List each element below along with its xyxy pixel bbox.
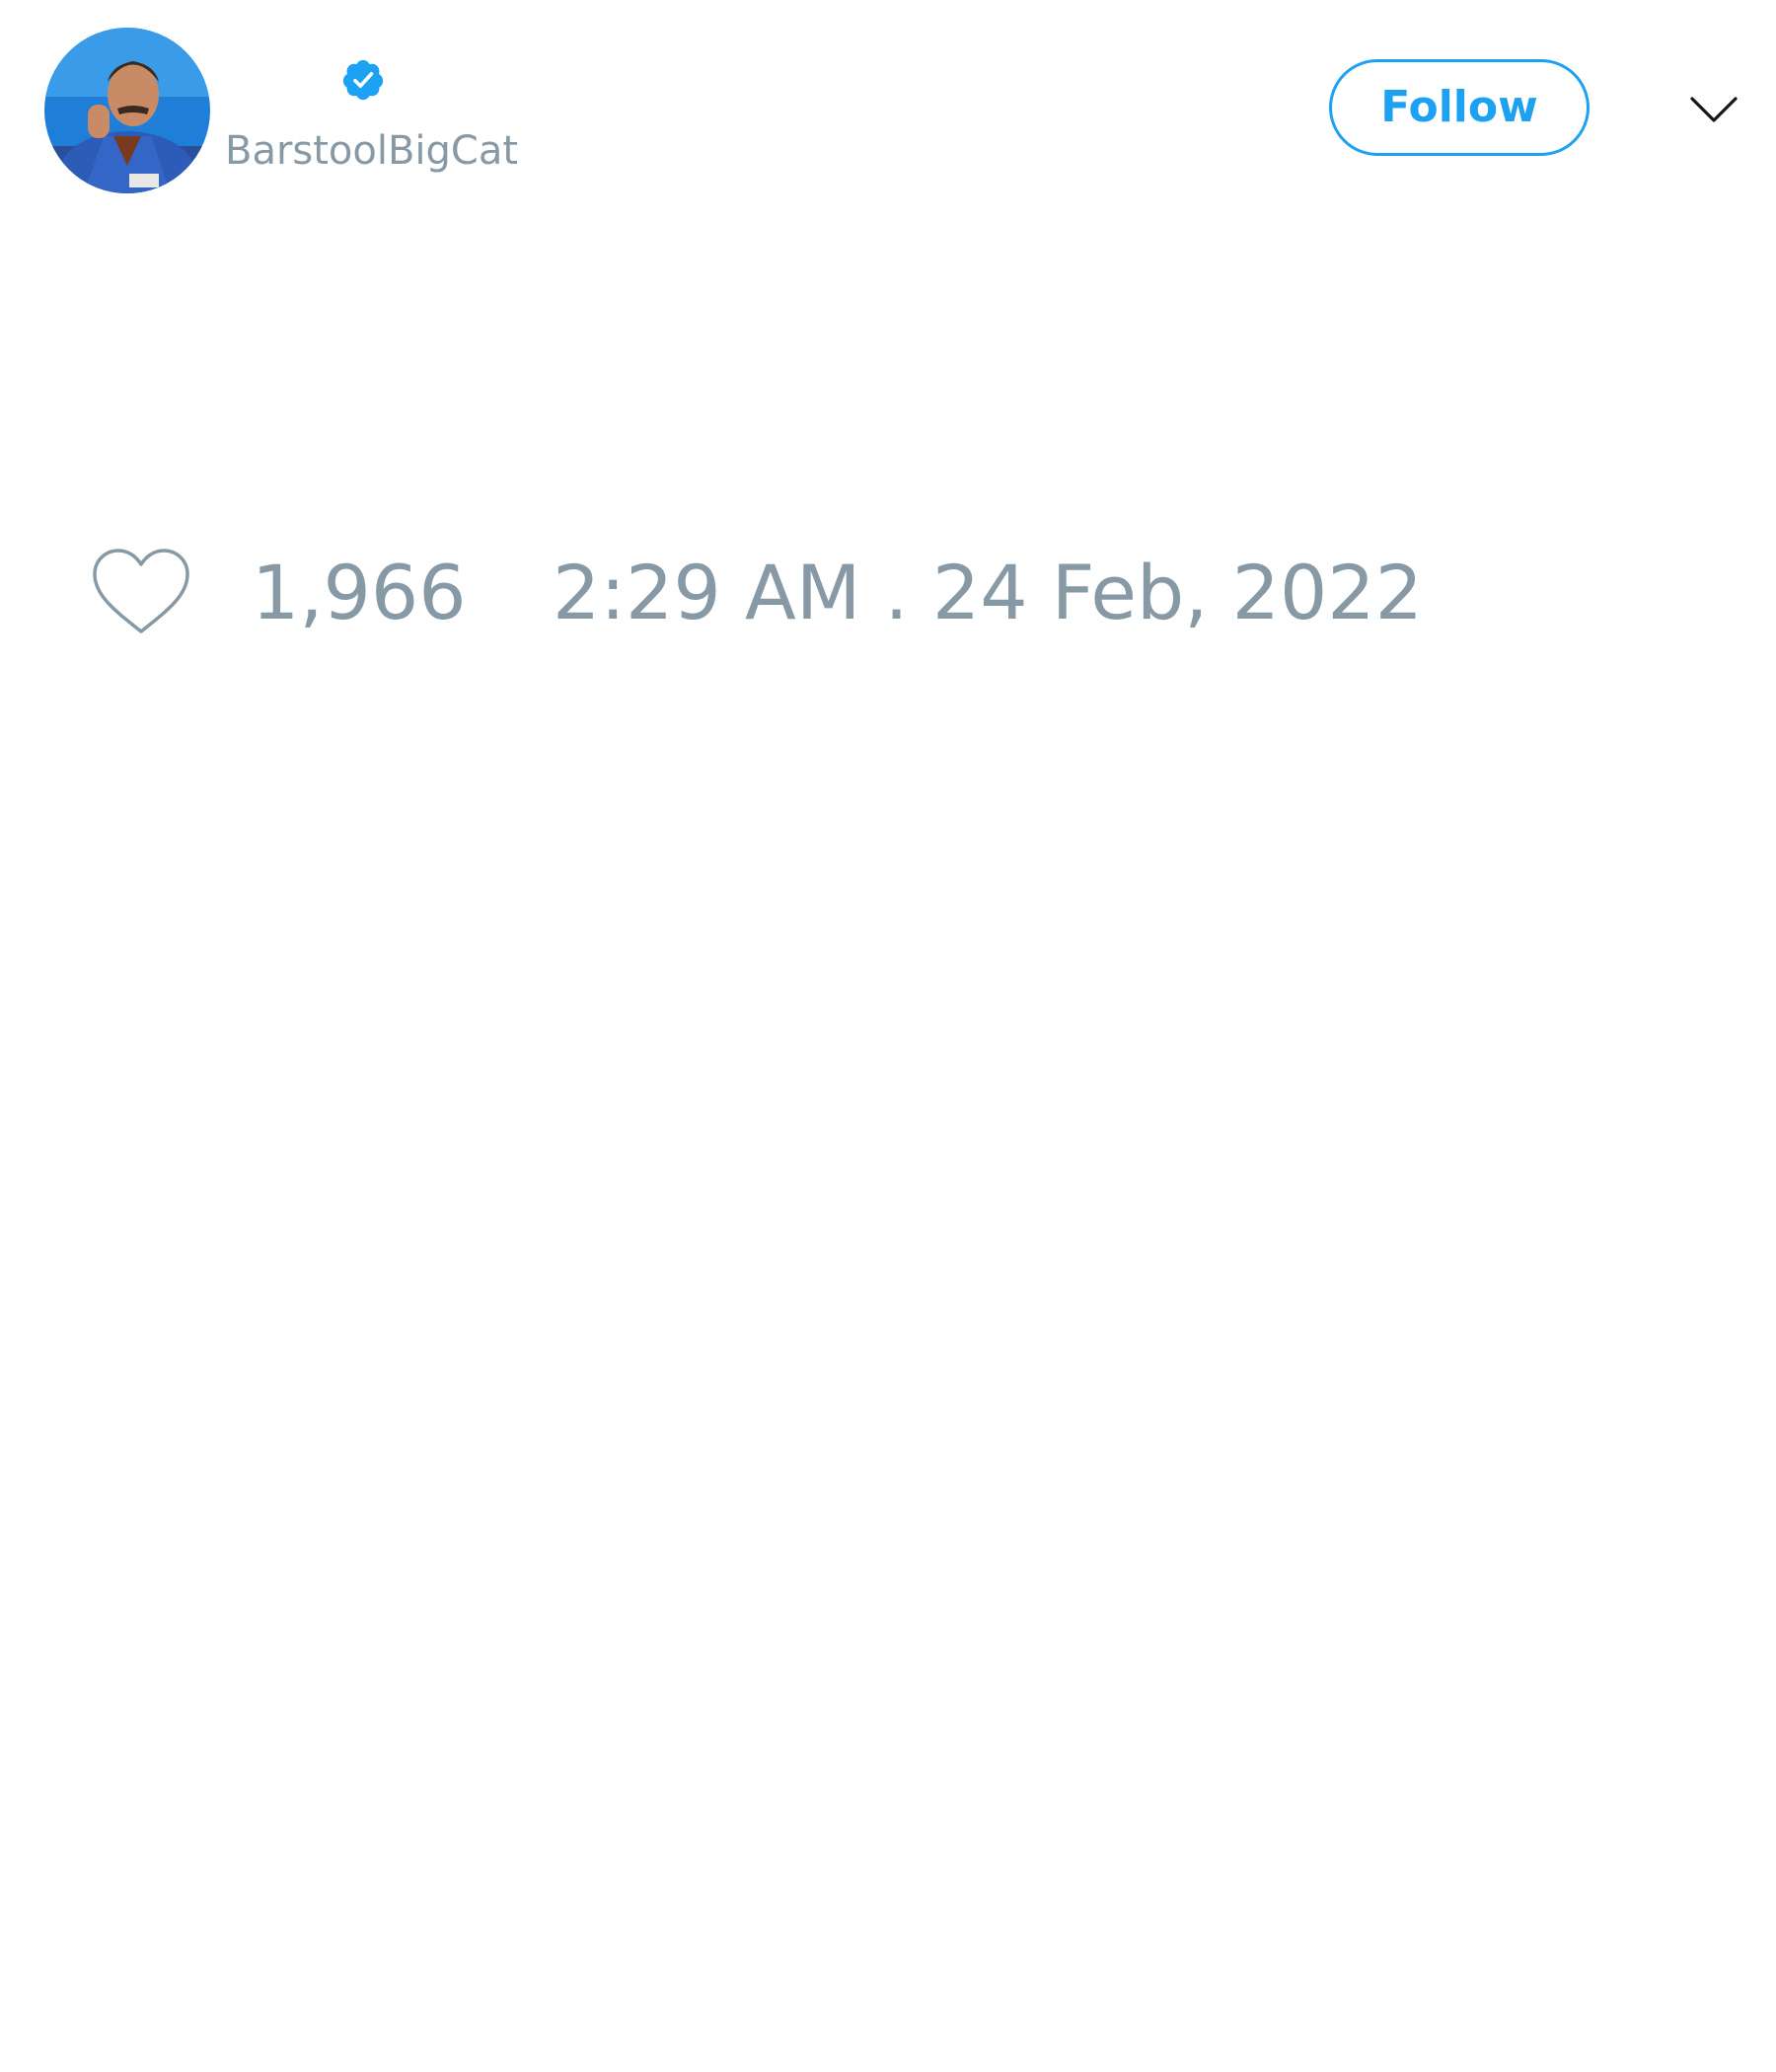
chevron-down-icon[interactable] xyxy=(1689,89,1739,130)
tweet-timestamp[interactable]: 2:29 AM . 24 Feb, 2022 xyxy=(553,549,1423,637)
avatar[interactable] xyxy=(44,28,210,193)
like-count[interactable]: 1,966 xyxy=(252,549,467,637)
heart-icon[interactable] xyxy=(89,545,193,639)
author-handle[interactable]: BarstoolBigCat xyxy=(225,126,518,176)
verified-badge-icon xyxy=(342,59,384,101)
follow-button[interactable]: Follow xyxy=(1329,59,1590,156)
tweet-action-bar: 1,966 2:29 AM . 24 Feb, 2022 xyxy=(0,539,1776,647)
